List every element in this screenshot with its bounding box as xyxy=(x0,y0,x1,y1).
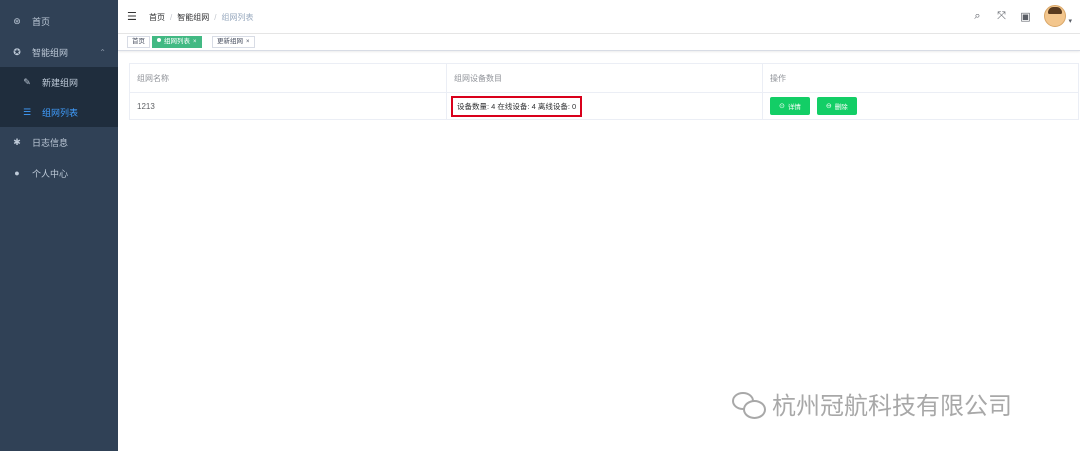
dashboard-icon: ⊛ xyxy=(13,15,21,26)
size-icon[interactable]: ▣ xyxy=(1014,10,1036,23)
wechat-icon xyxy=(732,390,766,419)
detail-button[interactable]: ⊙ 详情 xyxy=(770,97,810,115)
list-icon: ☰ xyxy=(22,106,32,117)
cell-network-name: 1213 xyxy=(130,92,447,120)
close-icon[interactable]: × xyxy=(246,39,250,45)
network-icon: ✪ xyxy=(13,46,21,57)
sidebar-item-label: 组网列表 xyxy=(42,107,79,118)
sidebar-item-label: 日志信息 xyxy=(32,137,69,148)
breadcrumb-separator: / xyxy=(170,13,173,22)
watermark: 杭州冠航科技有限公司 xyxy=(732,386,1012,421)
active-dot-icon xyxy=(157,38,161,42)
navbar: ☰ 首页 / 智能组网 / 组网列表 ⌕ ⤧ ▣ ▾ xyxy=(118,0,1080,34)
avatar[interactable] xyxy=(1044,5,1067,27)
delete-button[interactable]: ⊖ 删除 xyxy=(816,97,857,115)
cell-actions: ⊙ 详情 ⊖ 删除 xyxy=(763,92,1078,120)
sidebar: ⊛ 首页 ✪ 智能组网 ⌃ ✎ 新建组网 ☰ 组网列表 ✱ 日志信息 ● 个人中… xyxy=(0,0,118,451)
cell-device-count: 设备数量: 4 在线设备: 4 离线设备: 0 xyxy=(447,92,763,120)
breadcrumb-current: 组网列表 xyxy=(221,13,254,22)
sidebar-item-logs[interactable]: ✱ 日志信息 xyxy=(0,127,118,157)
breadcrumb: 首页 / 智能组网 / 组网列表 xyxy=(149,12,253,23)
breadcrumb-separator: / xyxy=(214,13,217,22)
tag-network-list[interactable]: 组网列表 × xyxy=(152,36,202,48)
tag-label: 更新组网 xyxy=(217,38,243,45)
sidebar-item-label: 新建组网 xyxy=(42,77,79,88)
sidebar-item-profile[interactable]: ● 个人中心 xyxy=(0,158,118,188)
hamburger-icon[interactable]: ☰ xyxy=(127,10,137,23)
table-header: 组网名称 组网设备数目 操作 xyxy=(130,64,1078,93)
header-actions: 操作 xyxy=(770,73,786,83)
tag-update-network[interactable]: 更新组网 × xyxy=(212,36,255,48)
fullscreen-icon[interactable]: ⤧ xyxy=(990,10,1012,23)
header-device-count: 组网设备数目 xyxy=(447,64,763,92)
delete-icon: ⊖ xyxy=(825,103,832,110)
right-menu: ⌕ ⤧ ▣ ▾ xyxy=(964,5,1072,27)
table-row: 1213 设备数量: 4 在线设备: 4 离线设备: 0 ⊙ 详情 ⊖ 删除 xyxy=(130,92,1078,120)
header-network-name: 组网名称 xyxy=(130,64,447,92)
sidebar-item-new-network[interactable]: ✎ 新建组网 xyxy=(0,67,118,97)
sidebar-item-smart-network[interactable]: ✪ 智能组网 ⌃ xyxy=(0,37,118,67)
log-icon: ✱ xyxy=(13,136,21,147)
chevron-down-icon[interactable]: ▾ xyxy=(1068,17,1072,25)
watermark-text: 杭州冠航科技有限公司 xyxy=(772,392,1012,420)
breadcrumb-home[interactable]: 首页 xyxy=(149,12,165,23)
tag-label: 首页 xyxy=(132,38,145,45)
breadcrumb-smart-network[interactable]: 智能组网 xyxy=(177,12,209,23)
sidebar-item-network-list[interactable]: ☰ 组网列表 xyxy=(0,97,118,127)
edit-icon: ✎ xyxy=(23,76,31,87)
sidebar-item-label: 个人中心 xyxy=(32,168,69,179)
user-icon: ● xyxy=(14,168,20,178)
sidebar-item-label: 智能组网 xyxy=(32,47,69,58)
sidebar-item-label: 首页 xyxy=(32,16,51,27)
tag-home[interactable]: 首页 xyxy=(127,36,150,48)
network-table: 组网名称 组网设备数目 操作 1213 设备数量: 4 在线设备: 4 离线设备… xyxy=(129,63,1079,120)
search-icon[interactable]: ⌕ xyxy=(966,10,988,23)
chevron-up-icon: ⌃ xyxy=(99,47,106,57)
close-icon[interactable]: × xyxy=(193,39,197,45)
tags-view: 首页 组网列表 × 更新组网 × xyxy=(118,34,1080,51)
sidebar-item-home[interactable]: ⊛ 首页 xyxy=(0,6,118,36)
device-count-highlight: 设备数量: 4 在线设备: 4 离线设备: 0 xyxy=(451,95,583,117)
tag-label: 组网列表 xyxy=(164,38,190,45)
view-icon: ⊙ xyxy=(779,103,785,110)
